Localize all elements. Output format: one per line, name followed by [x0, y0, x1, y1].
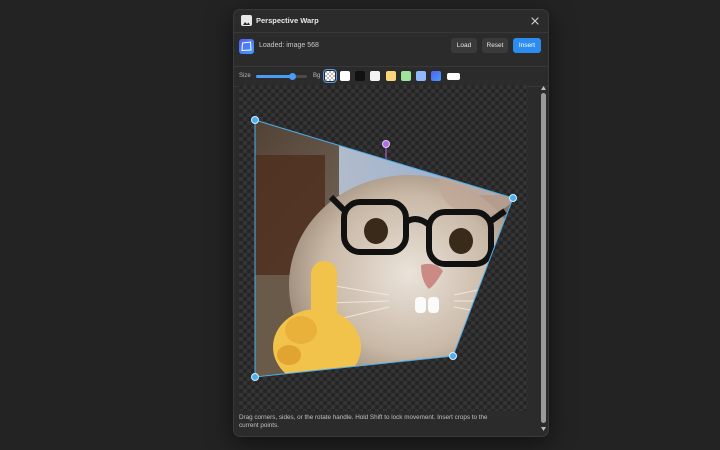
corner-handle-top-left[interactable]	[251, 116, 259, 124]
reset-button[interactable]: Reset	[482, 38, 508, 53]
bg-swatch-green[interactable]	[401, 71, 411, 81]
image-icon	[241, 15, 252, 26]
insert-button[interactable]: Insert	[513, 38, 541, 53]
warp-canvas[interactable]	[239, 85, 528, 411]
bg-swatch-transparent[interactable]	[323, 69, 337, 83]
vertical-scrollbar[interactable]	[540, 85, 547, 432]
size-label: Size	[239, 73, 251, 79]
scroll-down-icon[interactable]	[540, 426, 547, 432]
warp-icon	[241, 41, 252, 52]
warp-stage	[251, 116, 517, 381]
title-bar: Perspective Warp	[234, 10, 548, 33]
corner-handle-top-right[interactable]	[509, 194, 517, 202]
bg-swatch-white[interactable]	[340, 71, 350, 81]
perspective-warp-dialog: Perspective Warp Loaded: image 568 Load …	[233, 9, 549, 437]
load-button[interactable]: Load	[451, 38, 477, 53]
loaded-status: Loaded: image 568	[259, 42, 319, 49]
bg-swatch-black[interactable]	[355, 71, 365, 81]
corner-handle-bottom-left[interactable]	[251, 373, 259, 381]
close-button[interactable]	[527, 13, 543, 29]
scroll-up-icon[interactable]	[540, 85, 547, 91]
dialog-title: Perspective Warp	[256, 16, 319, 25]
size-slider-fill	[256, 75, 292, 78]
size-slider[interactable]	[256, 73, 307, 80]
instructions-text: Drag corners, sides, or the rotate handl…	[239, 414, 488, 429]
image-thumbnail	[239, 39, 254, 54]
scroll-thumb[interactable]	[541, 93, 546, 423]
toolbar: Loaded: image 568 Load Reset Insert	[234, 33, 548, 67]
bg-swatch-blue[interactable]	[416, 71, 426, 81]
bg-swatch-white-wide[interactable]	[447, 73, 460, 80]
bg-swatch-custom[interactable]	[431, 71, 441, 81]
size-slider-knob[interactable]	[288, 73, 296, 80]
options-bar: Size Bg	[234, 67, 548, 87]
corner-handle-bottom-right[interactable]	[449, 352, 457, 360]
warped-image	[255, 120, 513, 377]
rotate-handle[interactable]	[382, 140, 390, 148]
bg-swatch-light[interactable]	[370, 71, 380, 81]
close-icon	[531, 17, 539, 25]
bg-label: Bg	[313, 73, 321, 79]
bg-swatch-yellow[interactable]	[386, 71, 396, 81]
